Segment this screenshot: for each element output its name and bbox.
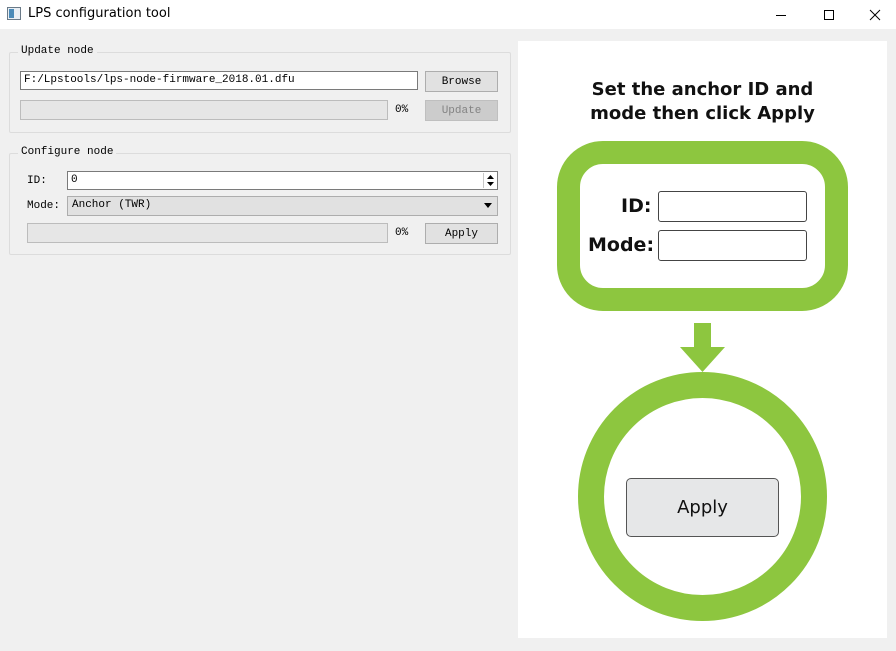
close-button[interactable] <box>852 0 896 29</box>
mode-label: Mode: <box>27 200 61 212</box>
maximize-button[interactable] <box>806 0 852 29</box>
arrow-down-icon <box>680 323 725 372</box>
id-value: 0 <box>71 174 78 186</box>
id-spin-arrows[interactable] <box>483 173 496 188</box>
update-progress-bar <box>20 100 388 120</box>
chevron-down-icon <box>484 203 492 208</box>
configure-progress-text: 0% <box>395 227 409 239</box>
spin-up-icon[interactable] <box>484 173 496 180</box>
close-icon <box>869 9 881 20</box>
minimize-button[interactable] <box>758 0 804 29</box>
firmware-path-input[interactable]: F:/Lpstools/lps-node-firmware_2018.01.df… <box>20 71 418 90</box>
mode-value: Anchor (TWR) <box>72 199 152 211</box>
id-label: ID: <box>27 175 47 187</box>
instruction-heading-line2: mode then click Apply <box>590 103 815 124</box>
illustration-mode-label: Mode: <box>588 234 655 256</box>
instruction-heading-line1: Set the anchor ID and <box>591 79 814 100</box>
mode-select[interactable]: Anchor (TWR) <box>67 196 498 216</box>
update-progress-text: 0% <box>395 104 409 116</box>
instruction-heading: Set the anchor ID and mode then click Ap… <box>518 78 887 126</box>
spin-down-icon[interactable] <box>484 180 496 187</box>
window-title: LPS configuration tool <box>28 6 171 21</box>
configure-node-title: Configure node <box>18 146 117 158</box>
illustration-form-frame <box>557 141 848 311</box>
update-button[interactable]: Update <box>425 100 498 121</box>
app-icon <box>7 7 21 20</box>
maximize-icon <box>824 9 834 20</box>
illustration-apply-button: Apply <box>626 478 779 537</box>
id-spinbox[interactable]: 0 <box>67 171 498 190</box>
update-node-title: Update node <box>18 45 97 57</box>
minimize-icon <box>776 14 786 16</box>
browse-button[interactable]: Browse <box>425 71 498 92</box>
illustration-id-label: ID: <box>621 195 652 217</box>
instruction-panel: Set the anchor ID and mode then click Ap… <box>518 41 887 638</box>
apply-button[interactable]: Apply <box>425 223 498 244</box>
illustration-id-field <box>658 191 807 222</box>
configure-progress-bar <box>27 223 388 243</box>
title-bar: LPS configuration tool <box>0 0 896 29</box>
illustration-mode-field <box>658 230 807 261</box>
